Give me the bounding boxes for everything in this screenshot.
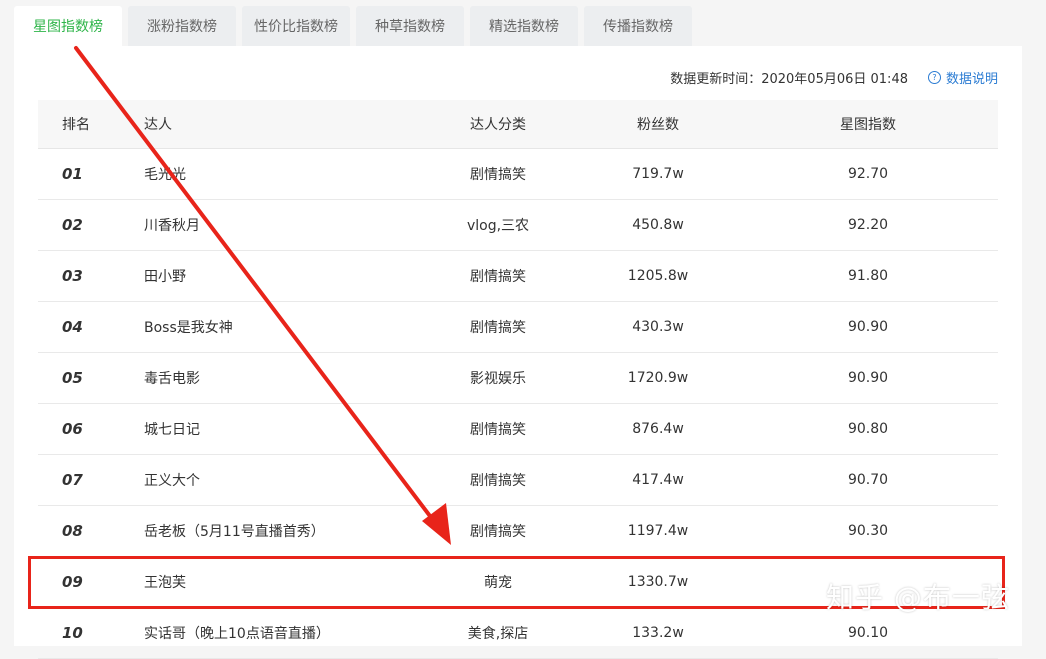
xingtu-index-cell: 90.80	[847, 421, 889, 437]
table-row[interactable]: 07 正义大个 剧情搞笑 417.4w 90.70	[38, 455, 998, 506]
category-cell: vlog,三农	[466, 218, 530, 234]
xingtu-index-cell: 90.90	[847, 319, 889, 335]
creator-name-cell[interactable]: 毒舌电影	[144, 368, 418, 388]
category-cell: 美食,探店	[467, 626, 529, 642]
xingtu-index-cell: 92.20	[847, 217, 889, 233]
tab-follower-growth-index[interactable]: 涨粉指数榜	[128, 6, 236, 46]
creator-name-cell[interactable]: Boss是我女神	[144, 317, 418, 337]
ranking-panel: 数据更新时间：2020年05月06日 01:48 ? 数据说明 排名 达人 达人…	[14, 46, 1022, 659]
rank-cell: 02	[62, 216, 83, 234]
xingtu-index-cell: 90.10	[847, 625, 889, 641]
category-cell: 剧情搞笑	[470, 320, 526, 336]
xingtu-index-cell: 92.70	[847, 166, 889, 182]
category-cell: 剧情搞笑	[470, 473, 526, 489]
creator-name-cell[interactable]: 岳老板（5月11号直播首秀）	[144, 521, 418, 541]
creator-name-cell[interactable]: 川香秋月	[144, 215, 418, 235]
header-category: 达人分类	[470, 117, 526, 133]
followers-cell: 1720.9w	[627, 370, 689, 386]
category-cell: 剧情搞笑	[470, 269, 526, 285]
tab-selected-index[interactable]: 精选指数榜	[470, 6, 578, 46]
followers-cell: 133.2w	[632, 625, 684, 641]
category-cell: 剧情搞笑	[470, 422, 526, 438]
header-xingtu-index: 星图指数	[840, 117, 896, 133]
header-followers: 粉丝数	[637, 117, 679, 133]
rank-cell: 06	[62, 420, 83, 438]
table-header: 排名 达人 达人分类 粉丝数 星图指数	[38, 100, 998, 149]
xingtu-index-cell: 91.80	[847, 268, 889, 284]
question-circle-icon: ?	[927, 70, 941, 84]
followers-cell: 430.3w	[632, 319, 684, 335]
creator-name-cell[interactable]: 田小野	[144, 266, 418, 286]
ranking-tabs: 星图指数榜 涨粉指数榜 性价比指数榜 种草指数榜 精选指数榜 传播指数榜	[14, 6, 698, 46]
rank-cell: 07	[62, 471, 83, 489]
rank-cell: 03	[62, 267, 83, 285]
tab-spread-index[interactable]: 传播指数榜	[584, 6, 692, 46]
category-cell: 剧情搞笑	[470, 524, 526, 540]
data-help-label: 数据说明	[945, 71, 998, 87]
rank-cell: 10	[62, 624, 83, 642]
rank-cell: 04	[62, 318, 83, 336]
creator-name-cell[interactable]: 实话哥（晚上10点语音直播）	[144, 623, 418, 643]
creator-name-cell[interactable]: 王泡芙	[144, 572, 418, 592]
table-row[interactable]: 10 实话哥（晚上10点语音直播） 美食,探店 133.2w 90.10	[38, 608, 998, 659]
category-cell: 剧情搞笑	[470, 167, 526, 183]
tab-recommend-index[interactable]: 种草指数榜	[356, 6, 464, 46]
followers-cell: 876.4w	[632, 421, 684, 437]
rank-cell: 08	[62, 522, 83, 540]
rank-cell: 09	[62, 573, 83, 591]
tab-xingtu-index[interactable]: 星图指数榜	[14, 6, 122, 46]
table-row[interactable]: 09 王泡芙 萌宠 1330.7w	[38, 557, 998, 608]
table-row[interactable]: 08 岳老板（5月11号直播首秀） 剧情搞笑 1197.4w 90.30	[38, 506, 998, 557]
header-creator: 达人	[144, 117, 172, 133]
rank-cell: 01	[62, 165, 83, 183]
table-row[interactable]: 01 毛光光 剧情搞笑 719.7w 92.70	[38, 149, 998, 200]
table-row[interactable]: 05 毒舌电影 影视娱乐 1720.9w 90.90	[38, 353, 998, 404]
rank-cell: 05	[62, 369, 83, 387]
followers-cell: 1330.7w	[627, 574, 689, 590]
table-row[interactable]: 02 川香秋月 vlog,三农 450.8w 92.20	[38, 200, 998, 251]
followers-cell: 417.4w	[632, 472, 684, 488]
table-row[interactable]: 04 Boss是我女神 剧情搞笑 430.3w 90.90	[38, 302, 998, 353]
creator-name-cell[interactable]: 毛光光	[144, 164, 418, 184]
xingtu-index-cell: 90.90	[847, 370, 889, 386]
creator-name-cell[interactable]: 城七日记	[144, 419, 418, 439]
category-cell: 萌宠	[484, 575, 512, 591]
followers-cell: 1197.4w	[627, 523, 689, 539]
xingtu-index-cell: 90.30	[847, 523, 889, 539]
creator-name-cell[interactable]: 正义大个	[144, 470, 418, 490]
xingtu-index-cell: 90.70	[847, 472, 889, 488]
table-body: 01 毛光光 剧情搞笑 719.7w 92.70 02 川香秋月 vlog,三农 450.8w 9…	[38, 149, 998, 659]
tab-value-index[interactable]: 性价比指数榜	[242, 6, 350, 46]
table-row[interactable]: 03 田小野 剧情搞笑 1205.8w 91.80	[38, 251, 998, 302]
ranking-table: 排名 达人 达人分类 粉丝数 星图指数 01 毛光光 剧情搞笑 719.7w 92.70…	[38, 100, 998, 659]
followers-cell: 450.8w	[632, 217, 684, 233]
update-info: 数据更新时间：2020年05月06日 01:48 ? 数据说明	[670, 68, 998, 87]
update-time: 数据更新时间：2020年05月06日 01:48	[670, 71, 908, 87]
followers-cell: 719.7w	[632, 166, 684, 182]
header-rank: 排名	[62, 117, 90, 133]
category-cell: 影视娱乐	[470, 371, 526, 387]
data-help-link[interactable]: ? 数据说明	[927, 68, 998, 87]
followers-cell: 1205.8w	[627, 268, 689, 284]
table-row[interactable]: 06 城七日记 剧情搞笑 876.4w 90.80	[38, 404, 998, 455]
